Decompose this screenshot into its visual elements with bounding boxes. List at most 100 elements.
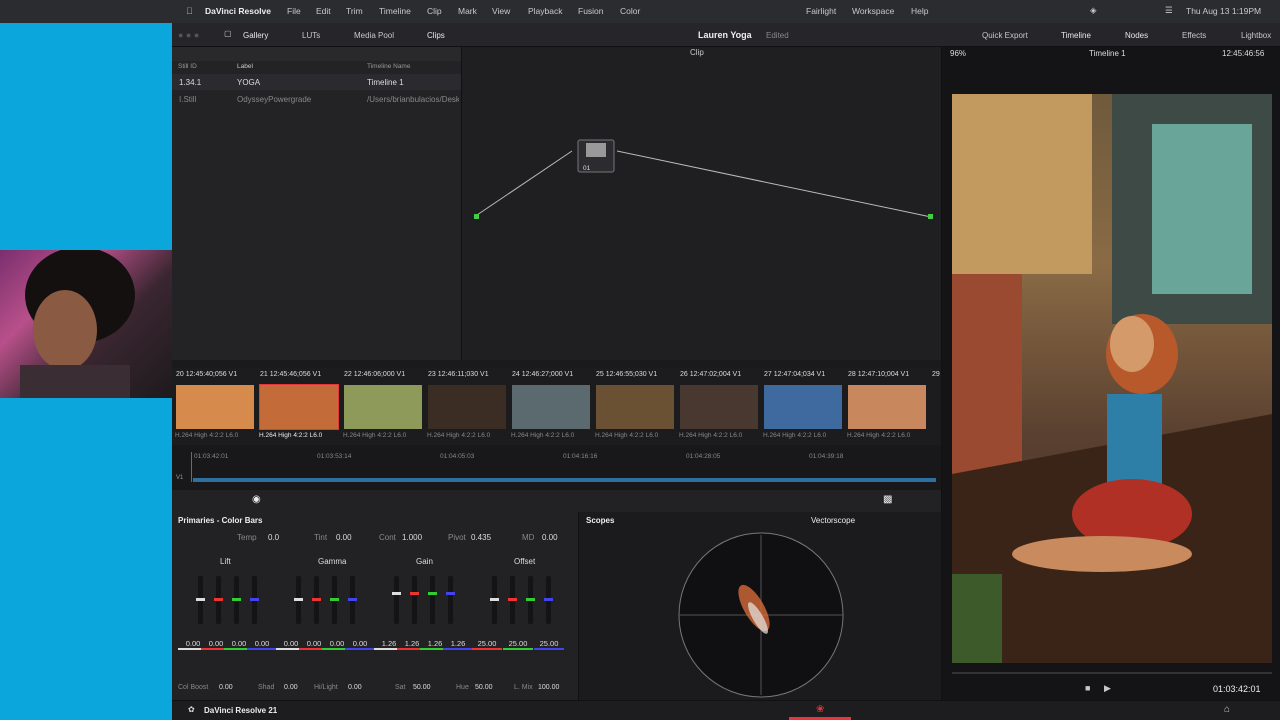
temp-value[interactable]: 0.0 [268,533,279,542]
app-menu[interactable]: DaVinci Resolve [205,6,271,16]
wheel-slider-knob[interactable] [250,598,259,601]
color-page-icon[interactable]: ❀ [816,704,824,715]
node-editor[interactable]: Clip 01 [461,47,941,360]
shad-value[interactable]: 0.00 [284,684,298,691]
clip-thumbnail[interactable] [764,385,842,429]
home-icon[interactable]: ⌂ [1224,704,1230,715]
clip-thumbnail[interactable] [596,385,674,429]
node-01-label[interactable]: 01 [583,165,590,172]
quick-export-button[interactable]: Quick Export [982,31,1028,40]
viewer-scrubber[interactable] [952,672,1272,674]
clip-header[interactable]: 28 12:47:10;004 V1 [848,371,909,378]
hue-value[interactable]: 50.00 [475,684,493,691]
wheel-slider[interactable] [312,576,321,624]
wheel-value[interactable]: 25.00 [472,639,502,650]
tint-value[interactable]: 0.00 [336,533,352,542]
menu-view[interactable]: View [492,6,510,16]
menu-timeline[interactable]: Timeline [379,6,411,16]
luts-tab[interactable]: LUTs [302,31,320,40]
wheel-slider-knob[interactable] [330,598,339,601]
wheel-slider[interactable] [508,576,517,624]
col-label[interactable]: Label [237,63,253,70]
wheel-value[interactable]: 25.00 [534,639,564,650]
clip-thumbnail[interactable] [680,385,758,429]
clip-header[interactable]: 25 12:46:55;030 V1 [596,371,657,378]
wheel-slider[interactable] [330,576,339,624]
lightbox-toggle[interactable]: Lightbox [1241,31,1271,40]
timeline-toggle[interactable]: Timeline [1061,31,1091,40]
wheel-slider[interactable] [392,576,401,624]
menu-clip[interactable]: Clip [427,6,442,16]
wheel-slider[interactable] [232,576,241,624]
clip-header[interactable]: 21 12:45:46;056 V1 [260,371,321,378]
wheel-slider-knob[interactable] [490,598,499,601]
wheel-value[interactable]: 0.00 [345,639,375,650]
wheel-slider[interactable] [490,576,499,624]
clip-thumbnail[interactable] [259,384,339,430]
wheel-slider-knob[interactable] [392,592,401,595]
wheel-slider[interactable] [250,576,259,624]
wheel-slider-knob[interactable] [526,598,535,601]
md-value[interactable]: 0.00 [542,533,558,542]
wheel-slider-knob[interactable] [232,598,241,601]
table-row[interactable] [172,74,461,90]
menu-edit[interactable]: Edit [316,6,331,16]
media-pool-tab[interactable]: Media Pool [354,31,394,40]
effects-toggle[interactable]: Effects [1182,31,1206,40]
wheel-slider[interactable] [348,576,357,624]
clip-header[interactable]: 20 12:45:40;056 V1 [176,371,237,378]
wheel-slider-knob[interactable] [446,592,455,595]
wheel-slider[interactable] [428,576,437,624]
primaries-palette-icon[interactable]: ◉ [252,494,261,505]
clip-thumbnail-strip[interactable]: 20 12:45:40;056 V1 H.264 High 4:2:2 L6.0 2… [172,368,941,445]
wheel-slider-knob[interactable] [196,598,205,601]
cont-value[interactable]: 1.000 [402,533,422,542]
viewer-timeline-name[interactable]: Timeline 1 [1089,49,1126,58]
control-center-icon[interactable]: ☰ [1165,5,1173,16]
apple-icon[interactable]:  [186,6,193,16]
wheel-slider[interactable] [446,576,455,624]
gallery-tab[interactable]: Gallery [243,31,268,40]
scopes-palette-icon[interactable]: ▩ [883,494,892,505]
wheel-slider-knob[interactable] [428,592,437,595]
wheel-slider-knob[interactable] [312,598,321,601]
clip-thumbnail[interactable] [176,385,254,429]
sat-value[interactable]: 50.00 [413,684,431,691]
wheel-slider[interactable] [214,576,223,624]
wheel-slider-knob[interactable] [214,598,223,601]
wheel-slider[interactable] [294,576,303,624]
col-boost-value[interactable]: 0.00 [219,684,233,691]
mini-timeline[interactable]: V1 01:03:42:01 01:03:53:14 01:04:05:03 01:0… [172,445,941,490]
clip-header[interactable]: 29 [932,371,940,378]
wheel-value[interactable]: 0.00 [247,639,277,650]
wifi-icon[interactable]: ◈ [1090,5,1097,16]
lmix-value[interactable]: 100.00 [538,684,559,691]
viewer-zoom[interactable]: 96% [950,49,966,58]
clip-thumbnail[interactable] [848,385,926,429]
nodes-toggle[interactable]: Nodes [1125,31,1148,40]
gallery-icon[interactable]: ▢ [224,29,232,38]
wheel-slider-knob[interactable] [348,598,357,601]
wheel-slider[interactable] [544,576,553,624]
pivot-value[interactable]: 0.435 [471,533,491,542]
clip-header[interactable]: 22 12:46:06;000 V1 [344,371,405,378]
menu-playback[interactable]: Playback [528,6,563,16]
menu-mark[interactable]: Mark [458,6,477,16]
clip-thumbnail[interactable] [344,385,422,429]
playhead[interactable] [191,452,192,482]
clip-header[interactable]: 23 12:46:11;030 V1 [428,371,489,378]
wheel-slider-knob[interactable] [508,598,517,601]
wheel-value[interactable]: 25.00 [503,639,533,650]
wheel-value[interactable]: 1.26 [443,639,473,650]
timeline-clip-bar[interactable] [193,478,936,482]
col-timeline-name[interactable]: Timeline Name [367,63,410,70]
clip-header[interactable]: 27 12:47:04;034 V1 [764,371,825,378]
wheel-slider[interactable] [410,576,419,624]
hilight-value[interactable]: 0.00 [348,684,362,691]
clip-header[interactable]: 26 12:47:02;004 V1 [680,371,741,378]
menubar-clock[interactable]: Thu Aug 13 1:19PM [1186,6,1261,16]
menu-trim[interactable]: Trim [346,6,363,16]
clip-thumbnail[interactable] [512,385,590,429]
wheel-slider-knob[interactable] [410,592,419,595]
menu-fusion[interactable]: Fusion [578,6,604,16]
